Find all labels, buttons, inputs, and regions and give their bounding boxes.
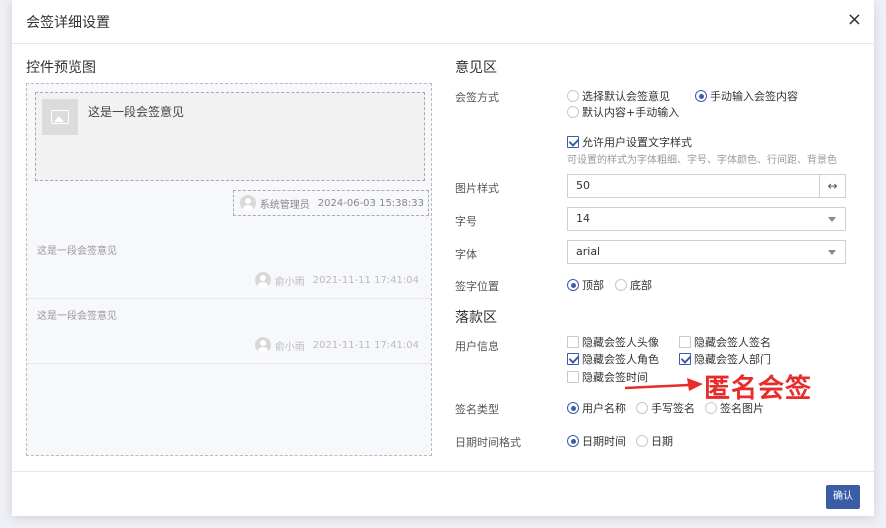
radio-dot [695,90,707,102]
close-icon[interactable]: × [847,10,862,30]
checkbox-label: 隐藏会签人签名 [694,336,771,349]
radio-label: 底部 [630,279,652,292]
current-signature: 系统管理员 2024-06-03 15:38:33 [232,190,429,216]
radio-date[interactable]: 日期 [636,433,673,449]
mode-label: 会签方式 [455,91,499,104]
radio-label: 选择默认会签意见 [582,90,670,103]
avatar-icon [254,272,271,288]
avatar-icon [239,195,256,211]
radio-datetime[interactable]: 日期时间 [567,433,626,449]
radio-dot [615,279,627,291]
radio-manual-input[interactable]: 手动输入会签内容 [695,88,798,104]
user-info-label: 用户信息 [455,340,499,353]
checkbox-box [567,136,579,148]
radio-label: 日期 [651,435,673,448]
opinion-text: 这是一段会签意见 [88,105,185,119]
control-preview: 这是一段会签意见 系统管理员 2024-06-03 15:38:33 这是一段会… [26,83,432,456]
radio-default-opinion[interactable]: 选择默认会签意见 [567,88,670,104]
radio-label: 用户名称 [582,402,626,415]
entry-signature: 俞小雨 2021-11-11 17:41:04 [254,272,419,288]
arrow-right-icon [625,378,703,391]
radio-default-plus-manual[interactable]: 默认内容+手动输入 [567,104,679,120]
hide-avatar-checkbox[interactable]: 隐藏会签人头像 [567,334,659,350]
checkbox-box [567,336,579,348]
allow-style-checkbox[interactable]: 允许用户设置文字样式 [567,134,692,150]
footer-divider [12,471,874,472]
image-style-input[interactable]: 50 ↔ [567,174,846,198]
resize-horizontal-icon[interactable]: ↔ [819,175,845,197]
radio-dot [567,90,579,102]
radio-label: 签名图片 [720,402,764,415]
chevron-down-icon [828,250,836,255]
hide-signature-checkbox[interactable]: 隐藏会签人签名 [679,334,771,350]
radio-position-bottom[interactable]: 底部 [615,277,652,293]
image-style-value: 50 [576,179,590,192]
radio-label: 手写签名 [651,402,695,415]
checkbox-box [679,353,691,365]
radio-label: 顶部 [582,279,604,292]
radio-handwritten[interactable]: 手写签名 [636,400,695,416]
entry-divider [27,298,431,299]
signer-name: 系统管理员 [259,199,310,211]
checkbox-label: 隐藏会签人头像 [582,336,659,349]
avatar-icon [254,337,271,353]
radio-label: 手动输入会签内容 [710,90,798,103]
signer-name: 俞小雨 [274,341,305,353]
dialog-header: 会签详细设置 × [12,0,874,44]
font-size-value: 14 [576,212,590,225]
entry-text: 这是一段会签意见 [37,246,117,257]
checkbox-label: 允许用户设置文字样式 [582,136,692,149]
radio-dot [636,435,648,447]
dialog-title: 会签详细设置 [26,15,110,31]
chevron-down-icon [828,217,836,222]
radio-label: 日期时间 [582,435,626,448]
font-size-select[interactable]: 14 [567,207,846,231]
font-family-label: 字体 [455,248,477,261]
hide-department-checkbox[interactable]: 隐藏会签人部门 [679,351,771,367]
checkbox-label: 隐藏会签人角色 [582,353,659,366]
checkbox-label: 隐藏会签人部门 [694,353,771,366]
font-size-label: 字号 [455,215,477,228]
font-family-value: arial [576,245,601,258]
image-style-label: 图片样式 [455,182,499,195]
opinion-box: 这是一段会签意见 [35,92,425,181]
sign-date: 2021-11-11 17:41:04 [312,339,419,351]
datetime-label: 日期时间格式 [455,436,521,449]
signer-name: 俞小雨 [274,276,305,288]
checkbox-box [679,336,691,348]
confirm-button[interactable]: 确认 [826,485,860,509]
checkbox-box [567,353,579,365]
signature-section-title: 落款区 [455,310,497,326]
radio-dot [567,402,579,414]
hide-role-checkbox[interactable]: 隐藏会签人角色 [567,351,659,367]
sign-type-label: 签名类型 [455,403,499,416]
entry-divider [27,363,431,364]
radio-position-top[interactable]: 顶部 [567,277,604,293]
checkbox-box [567,371,579,383]
allow-style-hint: 可设置的样式为字体粗细、字号、字体颜色、行间距、背景色 [567,155,837,166]
radio-label: 默认内容+手动输入 [582,106,680,119]
sign-date: 2021-11-11 17:41:04 [312,274,419,286]
radio-dot [567,106,579,118]
radio-dot [636,402,648,414]
settings-dialog: 会签详细设置 × 控件预览图 这是一段会签意见 系统管理员 2024-06-03… [12,0,874,516]
opinion-section-title: 意见区 [455,60,497,76]
radio-dot [567,435,579,447]
radio-dot [705,402,717,414]
sign-position-label: 签字位置 [455,280,499,293]
font-family-select[interactable]: arial [567,240,846,264]
entry-signature: 俞小雨 2021-11-11 17:41:04 [254,337,419,353]
radio-user-name[interactable]: 用户名称 [567,400,626,416]
image-placeholder-icon [42,99,78,135]
radio-dot [567,279,579,291]
preview-title: 控件预览图 [26,60,96,76]
sign-date: 2024-06-03 15:38:33 [317,197,424,209]
entry-text: 这是一段会签意见 [37,311,117,322]
radio-signature-image[interactable]: 签名图片 [705,400,764,416]
